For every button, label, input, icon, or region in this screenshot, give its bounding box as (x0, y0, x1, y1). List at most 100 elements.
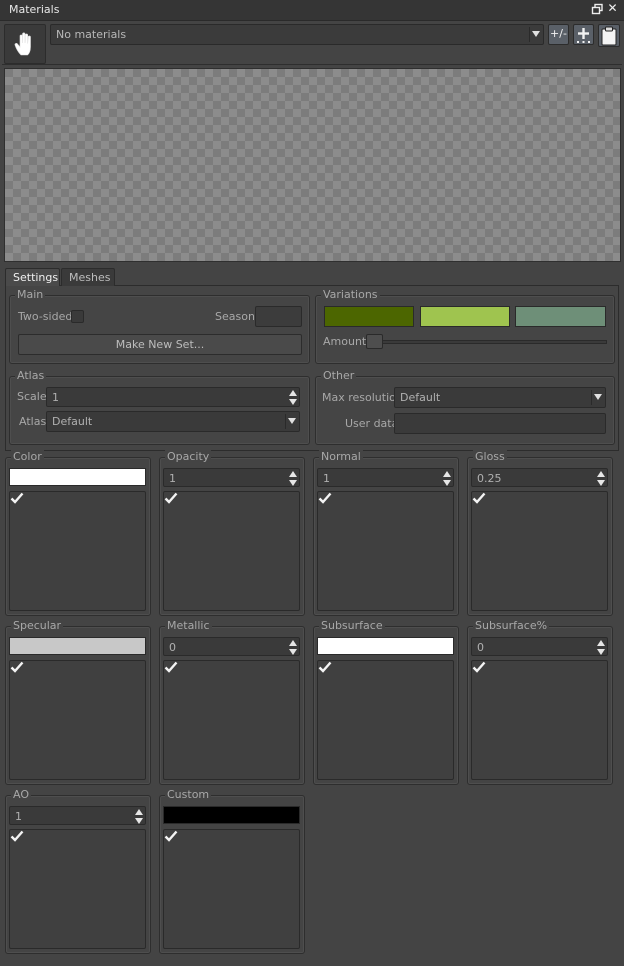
subsurface-percent-value: 0 (477, 641, 484, 654)
checkmark-icon[interactable] (318, 660, 332, 674)
two-sided-checkbox[interactable] (71, 310, 84, 323)
material-select[interactable]: No materials (50, 24, 544, 45)
chevron-down-icon (532, 31, 540, 37)
main-group: Main Two-sided Season Make New Set... (9, 288, 310, 364)
color-color-swatch[interactable] (9, 468, 146, 486)
channel-label: Custom (165, 788, 212, 801)
channel-gloss: Gloss 0.25 (467, 450, 613, 616)
channel-color: Color (5, 450, 151, 616)
checkmark-icon[interactable] (318, 491, 332, 505)
checkmark-icon[interactable] (10, 491, 24, 505)
channel-specular: Specular (5, 619, 151, 785)
normal-texture-slot[interactable] (317, 491, 454, 611)
other-group: Other Max resolution Default User data (315, 369, 615, 445)
season-color-swatch[interactable] (255, 306, 302, 327)
specular-color-swatch[interactable] (9, 637, 146, 655)
main-group-label: Main (15, 288, 46, 301)
checkmark-icon[interactable] (164, 491, 178, 505)
checkmark-icon[interactable] (472, 491, 486, 505)
variation-color-1[interactable] (324, 306, 414, 327)
checkmark-icon[interactable] (472, 660, 486, 674)
gloss-spinbox[interactable]: 0.25 (471, 468, 608, 487)
color-texture-slot[interactable] (9, 491, 146, 611)
spin-arrows-icon[interactable] (442, 470, 452, 487)
subsurface-color-swatch[interactable] (317, 637, 454, 655)
checkmark-icon[interactable] (164, 829, 178, 843)
user-data-label: User data (345, 417, 399, 430)
ao-spinbox[interactable]: 1 (9, 806, 146, 825)
window-title: Materials (9, 3, 60, 16)
material-preview[interactable] (4, 68, 621, 262)
add-material-button[interactable] (573, 24, 594, 45)
window-titlebar: Materials ✕ (0, 0, 624, 21)
max-resolution-label: Max resolution (322, 391, 403, 404)
hand-icon (14, 32, 31, 56)
make-new-set-button[interactable]: Make New Set... (18, 334, 302, 355)
spin-arrows-icon[interactable] (596, 639, 606, 656)
two-sided-label: Two-sided (18, 310, 73, 323)
chevron-down-icon (594, 394, 602, 400)
opacity-value: 1 (169, 472, 176, 485)
channel-label: Color (11, 450, 44, 463)
channel-label: Specular (11, 619, 64, 632)
channel-label: Normal (319, 450, 363, 463)
subsurface-percent-spinbox[interactable]: 0 (471, 637, 608, 656)
normal-value: 1 (323, 472, 330, 485)
custom-color-swatch[interactable] (163, 806, 300, 824)
variations-group: Variations Amount (315, 288, 615, 364)
checkmark-icon[interactable] (164, 660, 178, 674)
metallic-value: 0 (169, 641, 176, 654)
amount-slider-track[interactable] (367, 340, 607, 344)
channel-label: Opacity (165, 450, 212, 463)
spin-arrows-icon[interactable] (288, 639, 298, 656)
opacity-spinbox[interactable]: 1 (163, 468, 300, 487)
tab-meshes[interactable]: Meshes (61, 268, 115, 286)
material-select-value: No materials (56, 28, 127, 41)
channel-label: Subsurface (319, 619, 385, 632)
channel-subsurface-percent: Subsurface% 0 (467, 619, 613, 785)
channel-label: Subsurface% (473, 619, 550, 632)
pick-material-button[interactable] (4, 24, 46, 64)
metallic-texture-slot[interactable] (163, 660, 300, 780)
ao-value: 1 (15, 810, 22, 823)
channel-label: AO (11, 788, 31, 801)
checkmark-icon[interactable] (10, 829, 24, 843)
spin-arrows-icon[interactable] (288, 470, 298, 487)
spin-arrows-icon[interactable] (596, 470, 606, 487)
restore-window-icon[interactable] (591, 3, 604, 16)
spin-arrows-icon[interactable] (288, 389, 298, 406)
amount-slider-handle[interactable] (366, 334, 383, 349)
normal-spinbox[interactable]: 1 (317, 468, 454, 487)
custom-texture-slot[interactable] (163, 829, 300, 949)
gloss-value: 0.25 (477, 472, 502, 485)
channel-label: Gloss (473, 450, 507, 463)
metallic-spinbox[interactable]: 0 (163, 637, 300, 656)
atlas-group-label: Atlas (15, 369, 47, 382)
subsurface-texture-slot[interactable] (317, 660, 454, 780)
variation-color-3[interactable] (515, 306, 606, 327)
paste-material-button[interactable] (598, 24, 620, 47)
atlas-group: Atlas Scale 1 Atlas Default (9, 369, 310, 445)
opacity-texture-slot[interactable] (163, 491, 300, 611)
ao-texture-slot[interactable] (9, 829, 146, 949)
scale-spinbox[interactable]: 1 (46, 387, 300, 407)
channel-normal: Normal 1 (313, 450, 459, 616)
user-data-input[interactable] (394, 413, 606, 434)
subsurface-percent-texture-slot[interactable] (471, 660, 608, 780)
gloss-texture-slot[interactable] (471, 491, 608, 611)
atlas-select-value: Default (52, 415, 93, 428)
specular-texture-slot[interactable] (9, 660, 146, 780)
tab-settings[interactable]: Settings (5, 268, 60, 286)
channel-label: Metallic (165, 619, 212, 632)
channel-custom: Custom (159, 788, 305, 954)
max-resolution-select[interactable]: Default (394, 387, 606, 408)
checkmark-icon[interactable] (10, 660, 24, 674)
other-group-label: Other (321, 369, 357, 382)
close-window-icon[interactable]: ✕ (606, 2, 619, 15)
chevron-down-icon (288, 418, 296, 424)
channel-ao: AO 1 (5, 788, 151, 954)
plus-minus-button[interactable]: +/- (548, 24, 569, 45)
variation-color-2[interactable] (420, 306, 510, 327)
atlas-select[interactable]: Default (46, 411, 300, 432)
spin-arrows-icon[interactable] (134, 808, 144, 825)
